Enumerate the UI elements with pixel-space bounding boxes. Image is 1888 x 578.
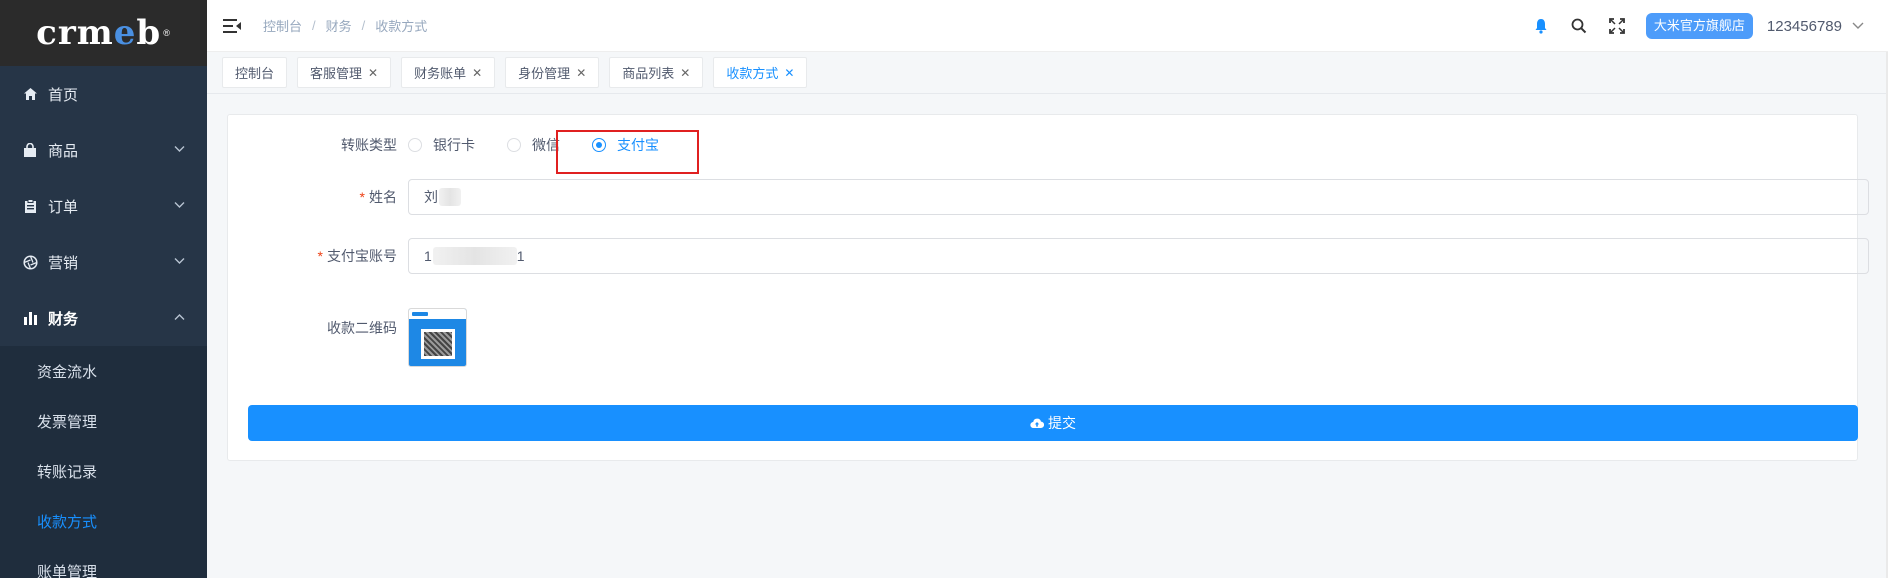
tab-label: 收款方式 [726,66,779,81]
bell-icon[interactable] [1532,17,1550,35]
sidebar-subitem-invoice[interactable]: 发票管理 [0,396,207,446]
required-asterisk: * [359,189,365,205]
tab-label: 财务账单 [414,66,467,81]
logo-trademark: ® [163,28,171,38]
menu-fold-icon[interactable] [223,18,241,33]
alipay-account-input[interactable]: 11 [408,238,1869,274]
home-icon [22,86,38,102]
sidebar: crm e b ® 首页 商品 订单 营销 财务 资金流水 发票管理 转账记录 … [0,0,207,578]
close-icon[interactable]: ✕ [680,66,690,80]
submit-button-label: 提交 [1048,415,1076,431]
redacted-blur [432,247,517,265]
alipay-account-label-text: 支付宝账号 [327,248,397,264]
tab-label: 商品列表 [622,66,675,81]
sidebar-item-home[interactable]: 首页 [0,66,207,122]
sidebar-item-products[interactable]: 商品 [0,122,207,178]
alipay-account-row: * 支付宝账号 11 [228,238,1869,274]
sidebar-subitem-fund-flow[interactable]: 资金流水 [0,346,207,396]
sidebar-subitem-payment-method[interactable]: 收款方式 [0,496,207,546]
qr-code-image[interactable] [408,308,467,367]
breadcrumb-separator: / [312,18,316,33]
account-value-start: 1 [424,248,432,264]
submit-button[interactable]: 提交 [248,405,1858,441]
top-header: 控制台 / 财务 / 收款方式 大米官方旗舰店 123456789 [207,0,1888,52]
radio-bank-card[interactable]: 银行卡 [408,135,475,155]
sidebar-item-label: 订单 [48,198,79,216]
sidebar-item-orders[interactable]: 订单 [0,178,207,234]
tabs-bar: 控制台 客服管理 ✕ 财务账单 ✕ 身份管理 ✕ 商品列表 ✕ 收款方式 ✕ [207,52,1888,94]
sidebar-item-label: 营销 [48,254,79,272]
sidebar-item-label: 商品 [48,142,79,160]
bar-chart-icon [22,310,38,326]
payment-method-form-card: 转账类型 银行卡 微信 支付宝 * 姓名 刘 * 支付宝账号 1 1 收款二维码… [227,114,1869,461]
tab-customer-service[interactable]: 客服管理 ✕ [297,57,392,88]
radio-wechat[interactable]: 微信 [507,135,560,155]
close-icon[interactable]: ✕ [368,66,378,80]
tab-console[interactable]: 控制台 [222,57,288,88]
fullscreen-icon[interactable] [1608,17,1626,35]
redacted-blur [439,188,461,206]
sidebar-subitem-bill-management[interactable]: 账单管理 [0,546,207,578]
sidebar-subitem-transfer-record[interactable]: 转账记录 [0,446,207,496]
main-content: 转账类型 银行卡 微信 支付宝 * 姓名 刘 * 支付宝账号 1 1 收款二维码… [207,94,1888,578]
bag-icon [22,142,38,158]
chevron-down-icon [174,201,185,212]
chevron-down-icon[interactable] [1852,20,1864,32]
breadcrumb: 控制台 / 财务 / 收款方式 [263,16,427,35]
radio-label: 支付宝 [617,137,659,153]
alipay-account-label: * 支付宝账号 [228,246,408,266]
close-icon[interactable]: ✕ [576,66,586,80]
aperture-icon [22,254,38,270]
radio-circle[interactable] [408,138,422,152]
logo-text-left: crm [36,13,114,53]
radio-alipay[interactable]: 支付宝 [592,135,659,155]
tab-label: 身份管理 [518,66,571,81]
required-asterisk: * [317,248,323,264]
breadcrumb-item[interactable]: 控制台 [263,16,302,35]
sidebar-item-label: 财务 [48,310,79,328]
qr-code-row: 收款二维码 [228,308,467,367]
search-icon[interactable] [1570,17,1588,35]
breadcrumb-item[interactable]: 财务 [326,16,352,35]
finance-submenu: 资金流水 发票管理 转账记录 收款方式 账单管理 [0,346,207,578]
logo-text-right: b [136,13,162,53]
tab-label: 控制台 [235,66,275,81]
breadcrumb-item-current: 收款方式 [375,19,428,34]
sidebar-item-finance[interactable]: 财务 [0,290,207,346]
chevron-up-icon [174,313,185,324]
radio-circle[interactable] [592,138,606,152]
tab-identity[interactable]: 身份管理 ✕ [505,57,600,88]
close-icon[interactable]: ✕ [784,66,794,80]
chevron-down-icon [174,257,185,268]
username[interactable]: 123456789 [1767,18,1842,35]
tab-finance-bill[interactable]: 财务账单 ✕ [401,57,496,88]
name-label: * 姓名 [228,187,408,207]
header-actions: 大米官方旗舰店 123456789 [1532,0,1888,52]
chevron-down-icon [174,145,185,156]
radio-label: 银行卡 [433,137,475,153]
radio-circle[interactable] [507,138,521,152]
sidebar-item-label: 首页 [48,86,79,104]
logo[interactable]: crm e b ® [0,0,207,66]
transfer-type-radio-group: 银行卡 微信 支付宝 [408,135,689,155]
tab-payment-method[interactable]: 收款方式 ✕ [713,57,808,88]
name-row: * 姓名 刘 [228,179,1869,215]
tab-product-list[interactable]: 商品列表 ✕ [609,57,704,88]
breadcrumb-separator: / [361,18,366,33]
transfer-type-label: 转账类型 [341,137,397,153]
qr-code-label: 收款二维码 [327,320,397,336]
account-value-end: 1 [516,248,525,264]
name-input[interactable]: 刘 [408,179,1869,215]
transfer-type-row: 转账类型 银行卡 微信 支付宝 [228,131,689,159]
tab-label: 客服管理 [310,66,363,81]
logo-text-accent: e [113,13,137,53]
name-input-value: 刘 [424,189,438,205]
store-switch-button[interactable]: 大米官方旗舰店 [1645,13,1753,39]
close-icon[interactable]: ✕ [472,66,482,80]
name-label-text: 姓名 [369,189,397,205]
sidebar-item-marketing[interactable]: 营销 [0,234,207,290]
cloud-upload-icon [1030,418,1044,429]
clipboard-icon [22,198,38,214]
radio-label: 微信 [532,137,560,153]
